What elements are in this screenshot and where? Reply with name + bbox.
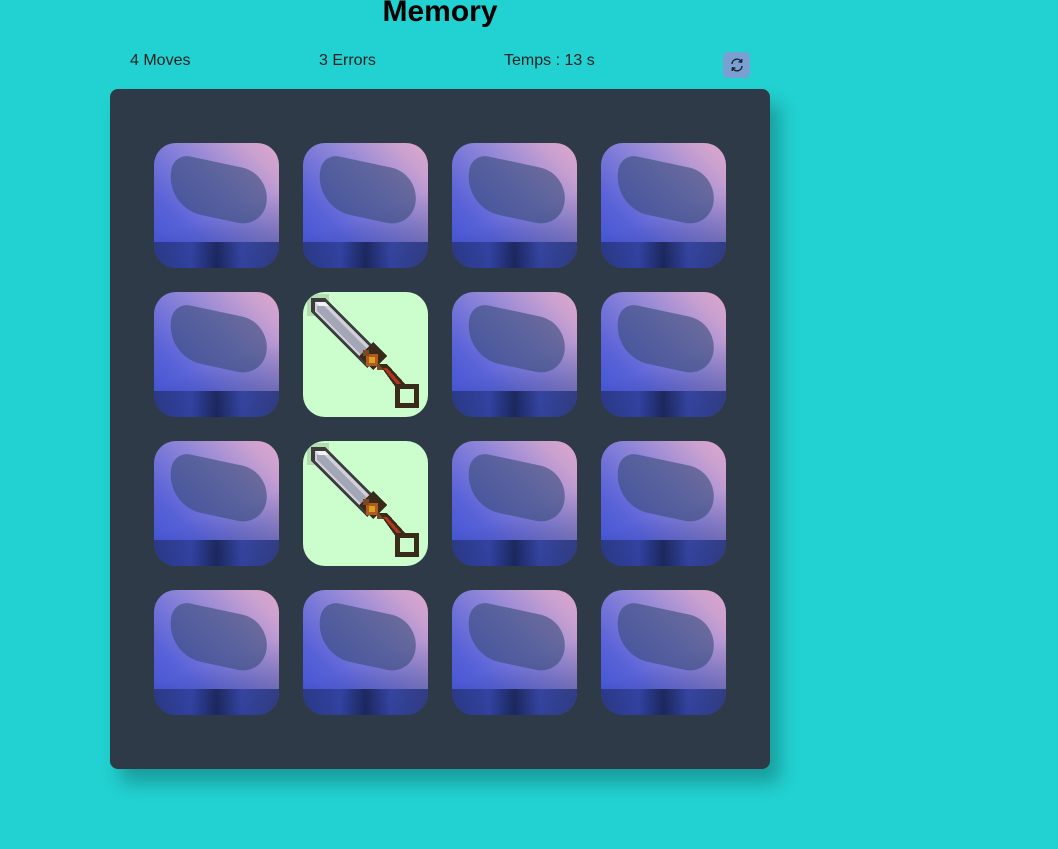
moves-counter: 4 Moves bbox=[130, 52, 191, 69]
card-grid bbox=[154, 143, 726, 715]
card-hidden[interactable] bbox=[601, 292, 726, 417]
card-revealed[interactable] bbox=[303, 292, 428, 417]
page-title: Memory bbox=[382, 0, 498, 28]
card-hidden[interactable] bbox=[452, 590, 577, 715]
card-hidden[interactable] bbox=[601, 143, 726, 268]
memory-game: Memory 4 Moves 3 Errors Temps : 13 s bbox=[0, 0, 1058, 849]
card-hidden[interactable] bbox=[154, 441, 279, 566]
card-hidden[interactable] bbox=[154, 292, 279, 417]
card-revealed[interactable] bbox=[303, 441, 428, 566]
card-hidden[interactable] bbox=[303, 143, 428, 268]
reset-button[interactable] bbox=[723, 52, 750, 78]
sword-icon bbox=[307, 443, 419, 557]
card-hidden[interactable] bbox=[154, 590, 279, 715]
timer: Temps : 13 s bbox=[504, 52, 595, 69]
sword-icon bbox=[307, 294, 419, 408]
card-hidden[interactable] bbox=[601, 590, 726, 715]
card-hidden[interactable] bbox=[303, 590, 428, 715]
card-hidden[interactable] bbox=[154, 143, 279, 268]
card-hidden[interactable] bbox=[452, 143, 577, 268]
errors-counter: 3 Errors bbox=[319, 52, 376, 69]
card-hidden[interactable] bbox=[452, 441, 577, 566]
card-hidden[interactable] bbox=[452, 292, 577, 417]
card-hidden[interactable] bbox=[601, 441, 726, 566]
game-board bbox=[110, 89, 770, 769]
refresh-icon bbox=[730, 58, 743, 72]
